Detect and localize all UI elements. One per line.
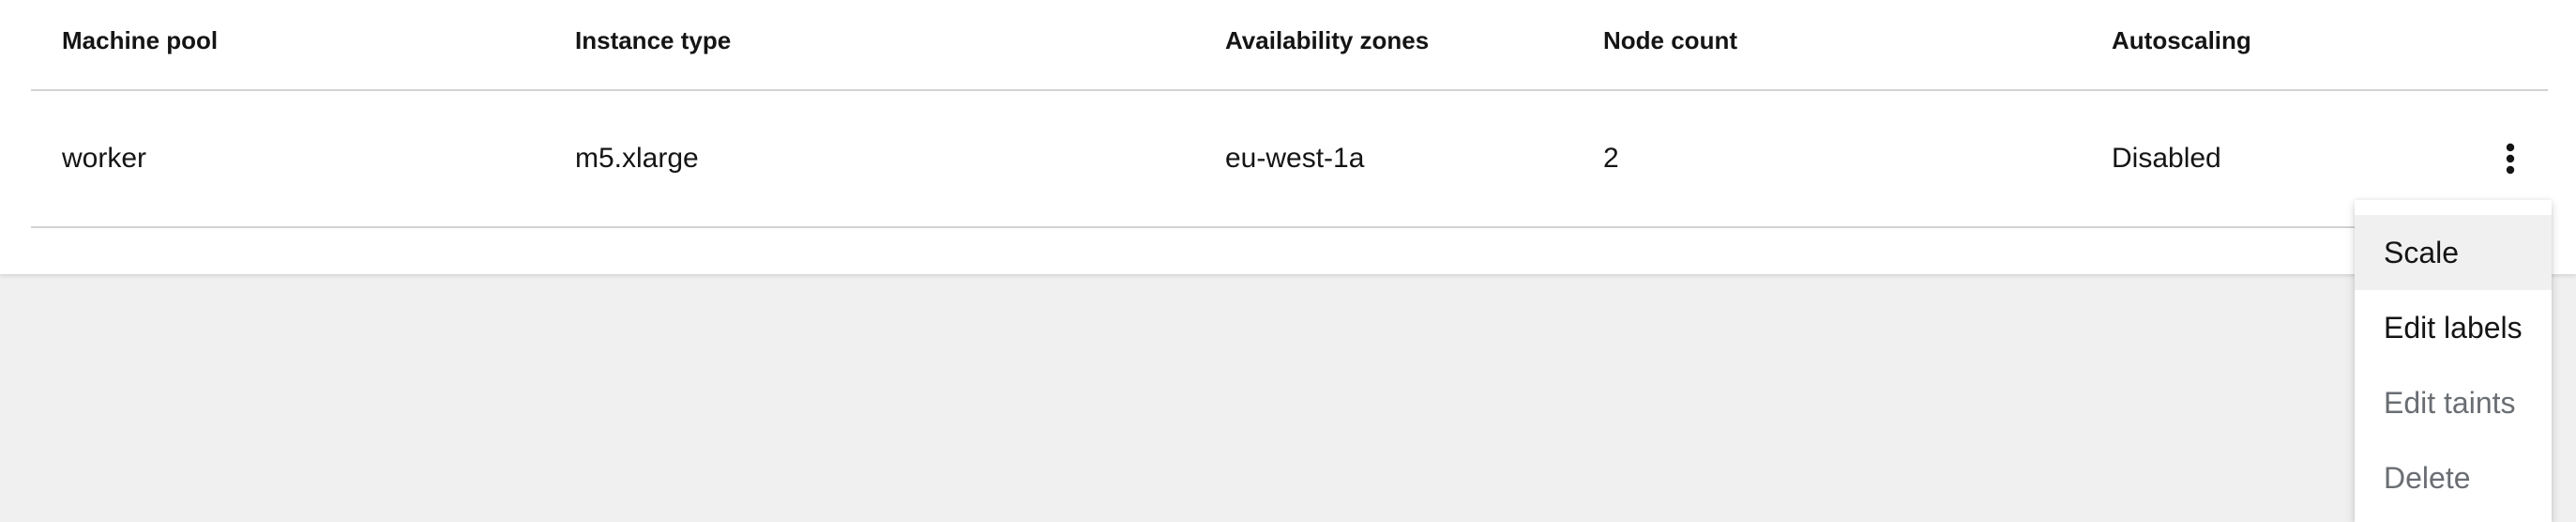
column-header-autoscaling[interactable]: Autoscaling — [2112, 24, 2251, 56]
menu-item-edit-taints: Edit taints — [2384, 386, 2516, 420]
cell-node-count: 2 — [1603, 143, 1619, 174]
menu-item-delete: Delete — [2384, 461, 2471, 495]
row-actions-menu: Scale Edit labels Edit taints Delete — [2355, 200, 2552, 522]
cell-instance-type: m5.xlarge — [575, 143, 699, 174]
kebab-vertical-icon — [2506, 143, 2515, 175]
cell-machine-pool: worker — [62, 143, 147, 174]
machine-pools-panel: Machine pool Instance type Availability … — [0, 0, 2576, 274]
table-row[interactable]: worker m5.xlarge eu-west-1a 2 Disabled — [31, 91, 2548, 228]
cell-availability-zones: eu-west-1a — [1225, 143, 1365, 174]
row-actions-button[interactable] — [2492, 136, 2529, 181]
column-header-machine-pool[interactable]: Machine pool — [62, 24, 218, 56]
table-header: Machine pool Instance type Availability … — [31, 0, 2548, 91]
column-header-instance-type[interactable]: Instance type — [575, 24, 731, 56]
column-header-availability-zones[interactable]: Availability zones — [1225, 24, 1429, 56]
menu-item-edit-labels[interactable]: Edit labels — [2355, 290, 2552, 365]
column-header-node-count[interactable]: Node count — [1603, 24, 1737, 56]
menu-item-scale[interactable]: Scale — [2355, 215, 2552, 290]
cell-autoscaling: Disabled — [2112, 143, 2221, 174]
